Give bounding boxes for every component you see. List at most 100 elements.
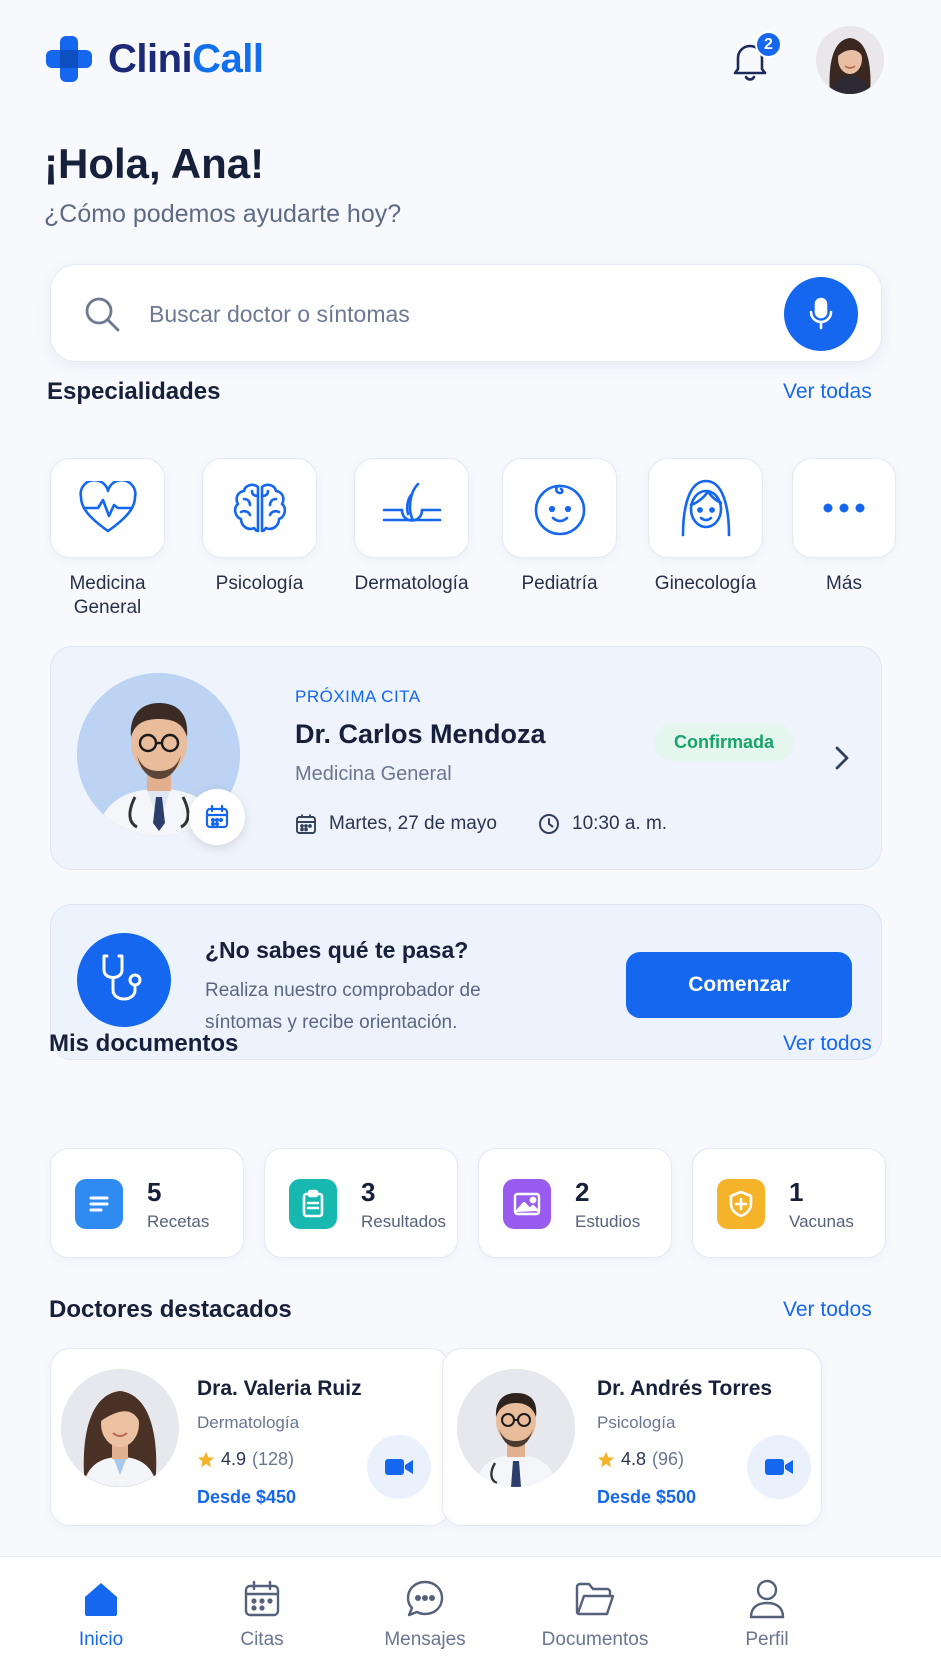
document-label: Resultados: [361, 1212, 447, 1231]
search-input[interactable]: [149, 291, 709, 337]
specialty-label: Dermatología: [354, 573, 469, 594]
doctor-card-valeria-ruiz[interactable]: Dra. Valeria Ruiz Dermatología 4.9 (128)…: [50, 1348, 450, 1526]
document-label: Estudios: [575, 1212, 641, 1231]
greeting-title: ¡Hola, Ana!: [44, 140, 265, 187]
specialty-dermatologia[interactable]: Dermatología: [354, 458, 469, 596]
next-appointment-card[interactable]: PRÓXIMA CITA Dr. Carlos Mendoza Medicina…: [50, 646, 882, 870]
brain-icon: [233, 483, 286, 533]
voice-search-button[interactable]: [784, 277, 858, 351]
more-dots-icon: [823, 503, 865, 513]
doctor-rating: 4.8 (96): [597, 1449, 684, 1470]
folder-icon: [573, 1577, 617, 1621]
doctor-card-andres-torres[interactable]: Dr. Andrés Torres Psicología 4.8 (96) De…: [442, 1348, 822, 1526]
skin-hair-icon: [382, 482, 441, 522]
video-camera-icon: [765, 1459, 793, 1475]
doctor-name: Dra. Valeria Ruiz: [197, 1377, 362, 1400]
checker-title: ¿No sabes qué te pasa?: [205, 937, 469, 963]
video-call-button[interactable]: [367, 1435, 431, 1499]
featured-doctors-title: Doctores destacados: [49, 1296, 292, 1323]
app-logo[interactable]: CliniCall: [44, 34, 264, 84]
nav-label: Perfil: [745, 1629, 789, 1650]
shield-plus-icon: [717, 1179, 765, 1229]
doctors-see-all-link[interactable]: Ver todos: [783, 1298, 872, 1322]
specialty-ginecologia[interactable]: Ginecología: [648, 458, 763, 596]
nav-label: Inicio: [78, 1629, 124, 1650]
appointment-date: Martes, 27 de mayo: [295, 813, 497, 835]
nav-item-documentos[interactable]: Documentos: [520, 1577, 670, 1651]
specialty-psicologia[interactable]: Psicología: [202, 458, 317, 596]
user-avatar[interactable]: [816, 26, 884, 94]
specialty-mas[interactable]: Más: [792, 458, 896, 596]
document-card-recetas[interactable]: 5 Recetas: [50, 1148, 244, 1258]
clock-icon: [539, 814, 559, 834]
document-count: 3: [361, 1177, 376, 1207]
home-icon: [79, 1577, 123, 1621]
baby-face-icon: [534, 484, 585, 536]
doctor-specialty: Dermatología: [197, 1413, 300, 1432]
calendar-icon: [240, 1577, 284, 1621]
document-label: Recetas: [147, 1212, 210, 1231]
greeting-subtitle: ¿Cómo podemos ayudarte hoy?: [44, 200, 402, 228]
notification-badge: 2: [755, 31, 782, 58]
doctor-specialty: Psicología: [597, 1413, 676, 1432]
calendar-badge-icon: [189, 789, 245, 845]
nav-item-inicio[interactable]: Inicio: [26, 1577, 176, 1651]
image-study-icon: [503, 1179, 551, 1229]
appointment-time: 10:30 a. m.: [538, 813, 667, 835]
doctor-photo: [61, 1369, 179, 1487]
user-icon: [745, 1577, 789, 1621]
doctor-price: Desde $450: [197, 1487, 297, 1507]
doctor-name: Dr. Andrés Torres: [597, 1377, 773, 1400]
nav-item-citas[interactable]: Citas: [187, 1577, 337, 1651]
document-card-estudios[interactable]: 2 Estudios: [478, 1148, 672, 1258]
nav-item-mensajes[interactable]: Mensajes: [350, 1577, 500, 1651]
specialty-medicina-general[interactable]: Medicina General: [50, 458, 165, 620]
documents-see-all-link[interactable]: Ver todos: [783, 1032, 872, 1056]
specialty-label: Psicología: [215, 573, 304, 594]
doctor-price: Desde $500: [597, 1487, 697, 1507]
stethoscope-icon: [77, 933, 171, 1027]
status-badge: Confirmada: [654, 723, 794, 761]
appointment-kicker: PRÓXIMA CITA: [295, 687, 421, 706]
app-name: CliniCall: [108, 36, 264, 81]
search-bar: [50, 264, 882, 362]
specialty-label: Ginecología: [654, 573, 757, 594]
appointment-doctor-name: Dr. Carlos Mendoza: [295, 719, 546, 749]
specialty-label: Pediatría: [521, 573, 598, 594]
microphone-icon: [809, 297, 833, 330]
doctor-photo: [457, 1369, 575, 1487]
specialty-pediatria[interactable]: Pediatría: [502, 458, 617, 596]
nav-label: Citas: [240, 1629, 284, 1650]
medical-cross-icon: [44, 34, 94, 84]
bottom-navigation: Inicio Citas Mensajes Documentos Perfil: [0, 1556, 941, 1672]
chevron-right-icon[interactable]: [829, 743, 853, 773]
search-icon: [83, 295, 121, 333]
woman-face-icon: [681, 479, 730, 537]
star-icon: [197, 1451, 215, 1467]
appointment-specialty: Medicina General: [295, 763, 452, 785]
documents-title: Mis documentos: [49, 1030, 239, 1057]
specialties-see-all-link[interactable]: Ver todas: [783, 380, 872, 404]
document-card-vacunas[interactable]: 1 Vacunas: [692, 1148, 886, 1258]
nav-label: Documentos: [541, 1629, 649, 1650]
start-checker-button[interactable]: Comenzar: [626, 952, 852, 1018]
video-call-button[interactable]: [747, 1435, 811, 1499]
clipboard-icon: [289, 1179, 337, 1229]
checker-description: Realiza nuestro comprobador de síntomas …: [205, 980, 481, 1033]
chat-icon: [403, 1577, 447, 1621]
document-count: 2: [575, 1177, 590, 1207]
calendar-icon: [296, 814, 316, 834]
nav-item-perfil[interactable]: Perfil: [692, 1577, 842, 1651]
doctor-rating: 4.9 (128): [197, 1449, 294, 1470]
heart-pulse-icon: [78, 481, 137, 533]
specialties-title: Especialidades: [47, 378, 221, 405]
specialty-label: Medicina General: [69, 573, 146, 618]
document-card-resultados[interactable]: 3 Resultados: [264, 1148, 458, 1258]
video-camera-icon: [385, 1459, 413, 1475]
document-label: Vacunas: [789, 1212, 854, 1231]
star-icon: [597, 1451, 615, 1467]
document-count: 5: [147, 1177, 162, 1207]
document-count: 1: [789, 1177, 804, 1207]
specialty-label: Más: [826, 573, 862, 594]
prescription-file-icon: [75, 1179, 123, 1229]
